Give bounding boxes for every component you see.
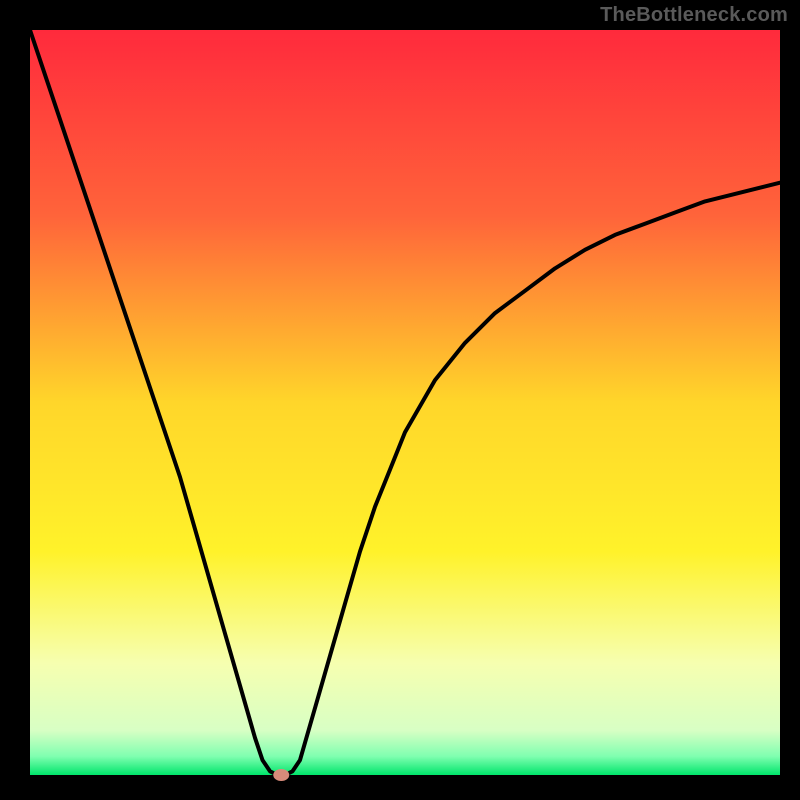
- bottleneck-chart: [0, 0, 800, 800]
- plot-background: [30, 30, 780, 775]
- chart-stage: TheBottleneck.com: [0, 0, 800, 800]
- optimum-marker: [273, 769, 289, 781]
